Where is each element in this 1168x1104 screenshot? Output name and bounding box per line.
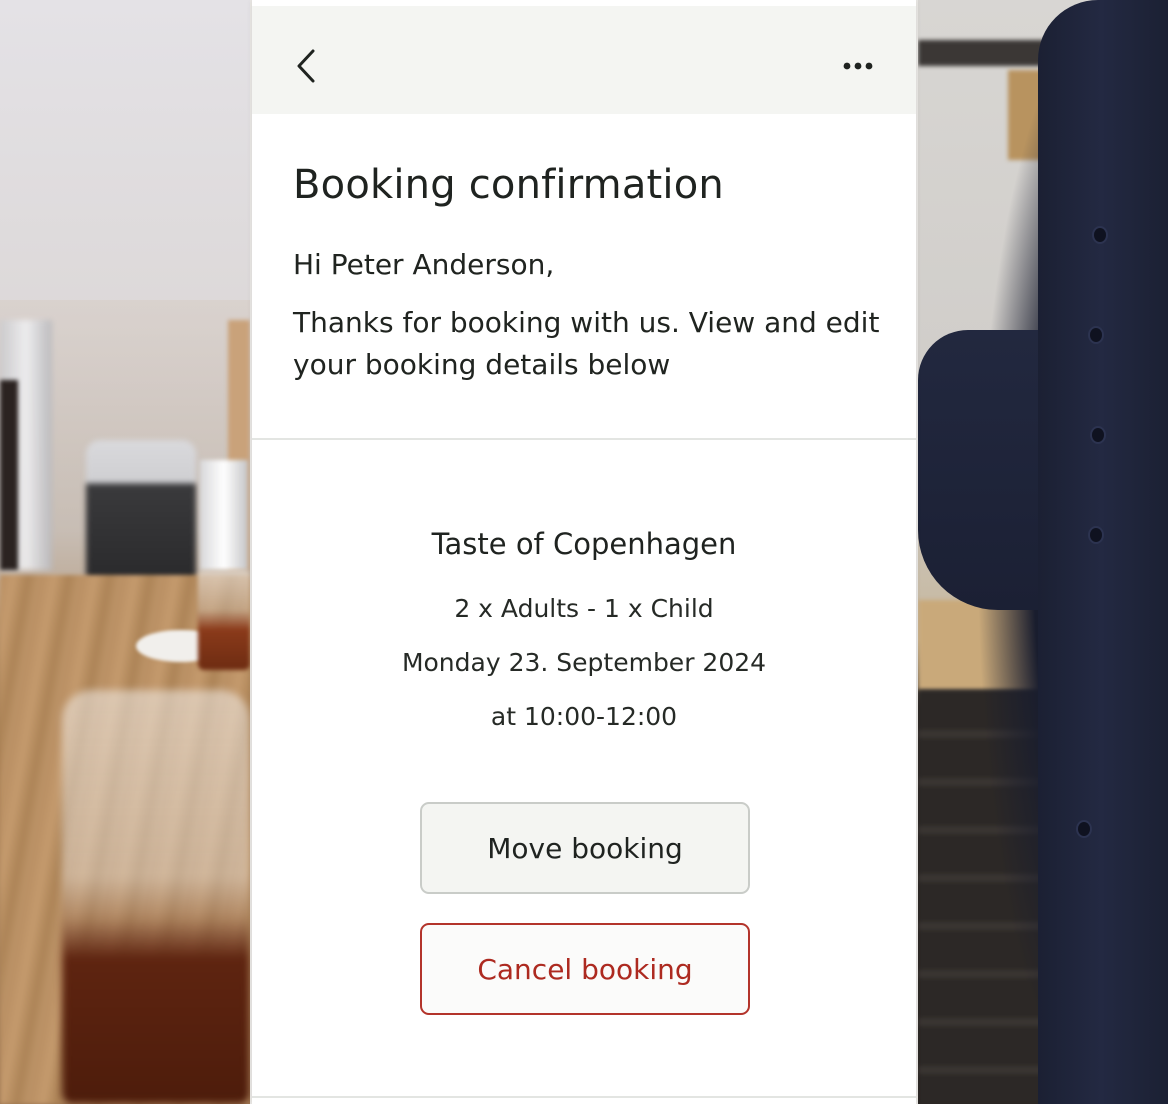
background-jacket-button <box>1092 428 1104 442</box>
section-divider <box>252 438 916 440</box>
booking-confirmation-screen: Booking confirmation Hi Peter Anderson, … <box>252 0 916 1104</box>
move-booking-button[interactable]: Move booking <box>420 802 750 894</box>
screen: Booking confirmation Hi Peter Anderson, … <box>0 0 1168 1104</box>
background-photo-left <box>0 0 250 1104</box>
background-coffee-glass <box>62 690 250 1104</box>
section-divider <box>252 1096 916 1098</box>
chevron-left-icon <box>297 49 315 83</box>
event-name: Taste of Copenhagen <box>431 527 737 561</box>
booking-time: at 10:00-12:00 <box>490 702 678 731</box>
background-dark-object <box>0 380 18 570</box>
intro-text: Thanks for booking with us. View and edi… <box>293 306 880 381</box>
back-button[interactable] <box>288 42 324 90</box>
booking-date: Monday 23. September 2024 <box>401 648 767 677</box>
background-jacket-button <box>1090 528 1102 542</box>
greeting-text: Hi Peter Anderson, <box>293 248 555 281</box>
background-jacket-button <box>1078 822 1090 836</box>
background-jacket-button <box>1094 228 1106 242</box>
background-jacket-button <box>1090 328 1102 342</box>
background-jar <box>200 460 248 570</box>
cancel-booking-button[interactable]: Cancel booking <box>420 923 750 1015</box>
more-options-button[interactable] <box>836 46 880 86</box>
page-title: Booking confirmation <box>293 162 724 208</box>
background-person-jacket <box>1038 0 1168 1104</box>
background-cup <box>198 570 250 670</box>
background-photo-right <box>918 0 1168 1104</box>
ellipsis-horizontal-icon <box>843 62 873 70</box>
background-grinder <box>86 440 196 580</box>
top-navigation-bar <box>252 6 916 114</box>
booking-summary: Taste of Copenhagen 2 x Adults - 1 x Chi… <box>252 520 916 744</box>
guest-count: 2 x Adults - 1 x Child <box>454 594 714 623</box>
